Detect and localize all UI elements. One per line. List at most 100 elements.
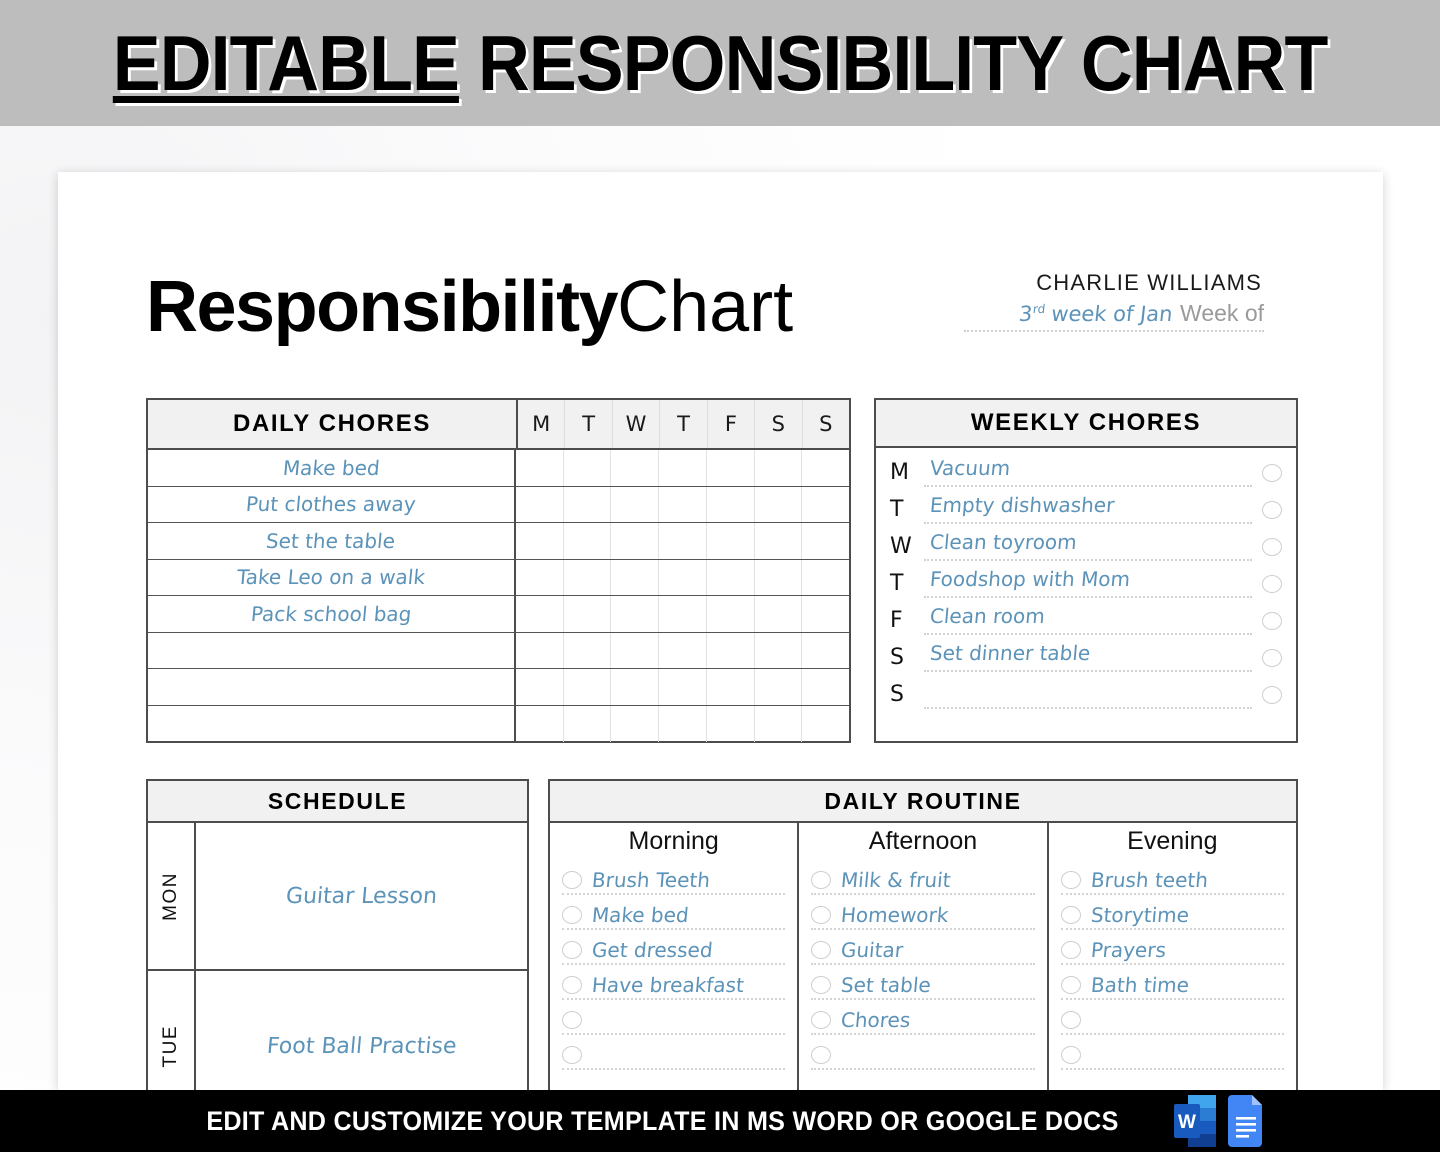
daily-chore-cell[interactable] (516, 632, 564, 668)
daily-chore-cell[interactable] (707, 669, 755, 705)
daily-chore-cell[interactable] (707, 559, 755, 595)
daily-routine-item[interactable]: Have breakfast (562, 967, 786, 1002)
daily-chore-cell[interactable] (707, 450, 755, 486)
daily-chore-cell[interactable] (755, 669, 803, 705)
daily-chore-cell[interactable] (564, 705, 612, 742)
weekly-chore-field[interactable]: Clean room (924, 602, 1256, 639)
daily-chore-cell[interactable] (802, 706, 849, 743)
checkbox-circle-icon[interactable] (811, 940, 832, 959)
checkbox-circle-icon[interactable] (1262, 463, 1282, 482)
daily-chore-cell[interactable] (516, 559, 564, 595)
daily-routine-item[interactable] (562, 1002, 786, 1037)
checkbox-circle-icon[interactable] (562, 1010, 582, 1029)
checkbox-circle-icon[interactable] (562, 940, 582, 959)
weekly-chore-field[interactable]: Foodshop with Mom (924, 565, 1256, 602)
daily-routine-item[interactable]: Prayers (1060, 932, 1284, 967)
daily-chore-task[interactable]: Set the table (148, 523, 516, 559)
daily-chore-cell[interactable] (755, 705, 803, 742)
daily-chore-cell[interactable] (516, 596, 564, 632)
checkbox-circle-icon[interactable] (1262, 611, 1282, 630)
daily-chore-cell[interactable] (707, 705, 755, 742)
checkbox-circle-icon[interactable] (562, 870, 582, 889)
daily-routine-item[interactable]: Storytime (1060, 897, 1284, 932)
ms-word-icon[interactable]: W (1174, 1095, 1217, 1147)
weekly-chore-field[interactable]: Empty dishwasher (924, 491, 1256, 528)
daily-routine-item[interactable]: Bath time (1060, 967, 1284, 1002)
daily-chore-cell[interactable] (611, 486, 660, 522)
weekly-chore-field[interactable]: Set dinner table (924, 639, 1256, 676)
weekly-chore-field[interactable]: Clean toyroom (924, 528, 1256, 565)
checkbox-circle-icon[interactable] (1060, 975, 1081, 994)
daily-routine-item[interactable]: Get dressed (562, 932, 786, 967)
daily-chore-cell[interactable] (802, 487, 849, 523)
daily-chore-cell[interactable] (516, 450, 564, 486)
daily-routine-item[interactable] (1060, 1002, 1284, 1037)
daily-chore-cell[interactable] (802, 450, 849, 486)
weekly-chore-field[interactable] (924, 676, 1256, 713)
daily-chore-task[interactable] (148, 705, 516, 742)
daily-chore-cell[interactable] (707, 632, 755, 668)
checkbox-circle-icon[interactable] (1060, 1045, 1081, 1064)
google-docs-icon[interactable] (1226, 1095, 1268, 1147)
daily-chore-cell[interactable] (611, 632, 660, 668)
checkbox-circle-icon[interactable] (1060, 940, 1081, 959)
daily-routine-item[interactable]: Milk & fruit (811, 862, 1035, 897)
daily-chore-cell[interactable] (516, 669, 564, 705)
daily-chore-task[interactable]: Put clothes away (148, 486, 516, 522)
checkbox-circle-icon[interactable] (1262, 685, 1282, 704)
daily-chore-cell[interactable] (564, 632, 612, 668)
checkbox-circle-icon[interactable] (811, 975, 832, 994)
daily-chore-cell[interactable] (707, 596, 755, 632)
daily-chore-cell[interactable] (802, 669, 849, 705)
checkbox-circle-icon[interactable] (811, 905, 832, 924)
daily-chore-cell[interactable] (516, 705, 564, 742)
daily-chore-cell[interactable] (755, 596, 803, 632)
daily-routine-item[interactable]: Homework (811, 897, 1035, 932)
daily-chore-cell[interactable] (564, 523, 612, 559)
daily-chore-cell[interactable] (755, 523, 803, 559)
daily-chore-cell[interactable] (659, 486, 707, 522)
daily-chore-cell[interactable] (755, 559, 803, 595)
checkbox-circle-icon[interactable] (1262, 500, 1282, 519)
daily-chore-task[interactable]: Make bed (148, 450, 516, 486)
daily-chore-cell[interactable] (659, 450, 707, 486)
week-value[interactable]: 3rd week of Jan (1017, 302, 1173, 326)
daily-chore-cell[interactable] (516, 486, 564, 522)
daily-chore-cell[interactable] (516, 523, 564, 559)
checkbox-circle-icon[interactable] (562, 1045, 582, 1064)
checkbox-circle-icon[interactable] (811, 870, 832, 889)
daily-chore-cell[interactable] (755, 632, 803, 668)
daily-chore-cell[interactable] (659, 596, 707, 632)
daily-chore-cell[interactable] (802, 633, 849, 669)
daily-routine-item[interactable] (811, 1037, 1035, 1072)
checkbox-circle-icon[interactable] (1262, 574, 1282, 593)
daily-routine-item[interactable]: Guitar (811, 932, 1035, 967)
daily-chore-cell[interactable] (564, 450, 612, 486)
daily-routine-item[interactable]: Brush teeth (1060, 862, 1284, 897)
checkbox-circle-icon[interactable] (1060, 1010, 1081, 1029)
daily-chore-cell[interactable] (564, 669, 612, 705)
daily-chore-cell[interactable] (802, 596, 849, 632)
daily-chore-cell[interactable] (659, 559, 707, 595)
daily-chore-cell[interactable] (707, 523, 755, 559)
daily-routine-item[interactable]: Brush Teeth (562, 862, 786, 897)
daily-chore-cell[interactable] (659, 523, 707, 559)
daily-chore-cell[interactable] (755, 486, 803, 522)
checkbox-circle-icon[interactable] (1060, 905, 1081, 924)
daily-chore-cell[interactable] (802, 523, 849, 559)
weekly-chore-field[interactable]: Vacuum (924, 454, 1256, 491)
daily-routine-item[interactable] (1060, 1037, 1284, 1072)
daily-chore-cell[interactable] (611, 559, 660, 595)
daily-chore-task[interactable] (148, 669, 516, 705)
daily-chore-cell[interactable] (755, 450, 803, 486)
daily-chore-task[interactable] (148, 632, 516, 668)
daily-routine-item[interactable]: Make bed (562, 897, 786, 932)
checkbox-circle-icon[interactable] (562, 975, 582, 994)
daily-routine-item[interactable]: Chores (811, 1002, 1035, 1037)
daily-chore-cell[interactable] (611, 705, 660, 742)
daily-chore-cell[interactable] (659, 632, 707, 668)
checkbox-circle-icon[interactable] (811, 1045, 832, 1064)
daily-chore-cell[interactable] (564, 486, 612, 522)
checkbox-circle-icon[interactable] (811, 1010, 832, 1029)
schedule-activity[interactable]: Guitar Lesson (196, 823, 527, 969)
